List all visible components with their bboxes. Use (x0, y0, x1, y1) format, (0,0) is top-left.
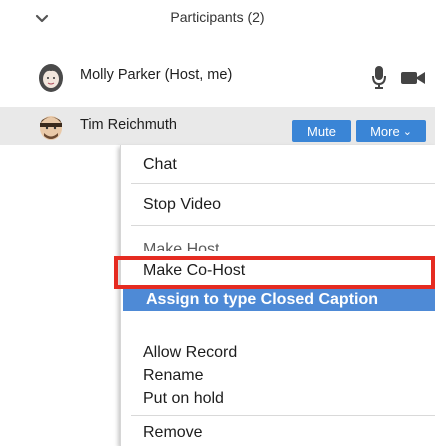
annotation-highlight-box (114, 256, 435, 289)
chevron-down-icon: ⌄ (402, 125, 412, 138)
participant-name: Molly Parker (Host, me) (80, 67, 233, 83)
panel-title: Participants (2) (170, 9, 265, 25)
mute-button[interactable]: Mute (292, 120, 351, 142)
participant-row-tim[interactable]: Tim Reichmuth Mute More ⌄ (0, 107, 435, 145)
menu-item-chat[interactable]: Chat (143, 156, 177, 174)
menu-item-allow-record[interactable]: Allow Record (143, 344, 237, 362)
menu-divider (131, 183, 435, 184)
participant-row-molly[interactable]: Molly Parker (Host, me) (0, 52, 435, 102)
menu-divider (131, 225, 435, 226)
microphone-icon[interactable] (371, 65, 387, 90)
participant-name: Tim Reichmuth (80, 117, 177, 133)
menu-item-put-on-hold[interactable]: Put on hold (143, 390, 224, 408)
menu-item-rename[interactable]: Rename (143, 367, 203, 385)
menu-item-make-host[interactable]: Make Host (143, 242, 219, 251)
menu-item-make-host-label: Make Host (143, 242, 220, 251)
menu-divider (131, 415, 435, 416)
more-button-label: More (370, 123, 400, 139)
participant-avatar-woman-icon (39, 64, 63, 92)
video-camera-icon[interactable] (401, 70, 425, 86)
participants-header: Participants (2) (0, 0, 435, 46)
more-button[interactable]: More ⌄ (356, 120, 426, 142)
menu-item-remove[interactable]: Remove (143, 424, 203, 442)
participant-avatar-man-icon (40, 116, 62, 140)
menu-item-assign-closed-caption[interactable]: Assign to type Closed Caption (123, 289, 435, 311)
mute-button-label: Mute (307, 123, 336, 139)
menu-item-stop-video[interactable]: Stop Video (143, 196, 221, 214)
